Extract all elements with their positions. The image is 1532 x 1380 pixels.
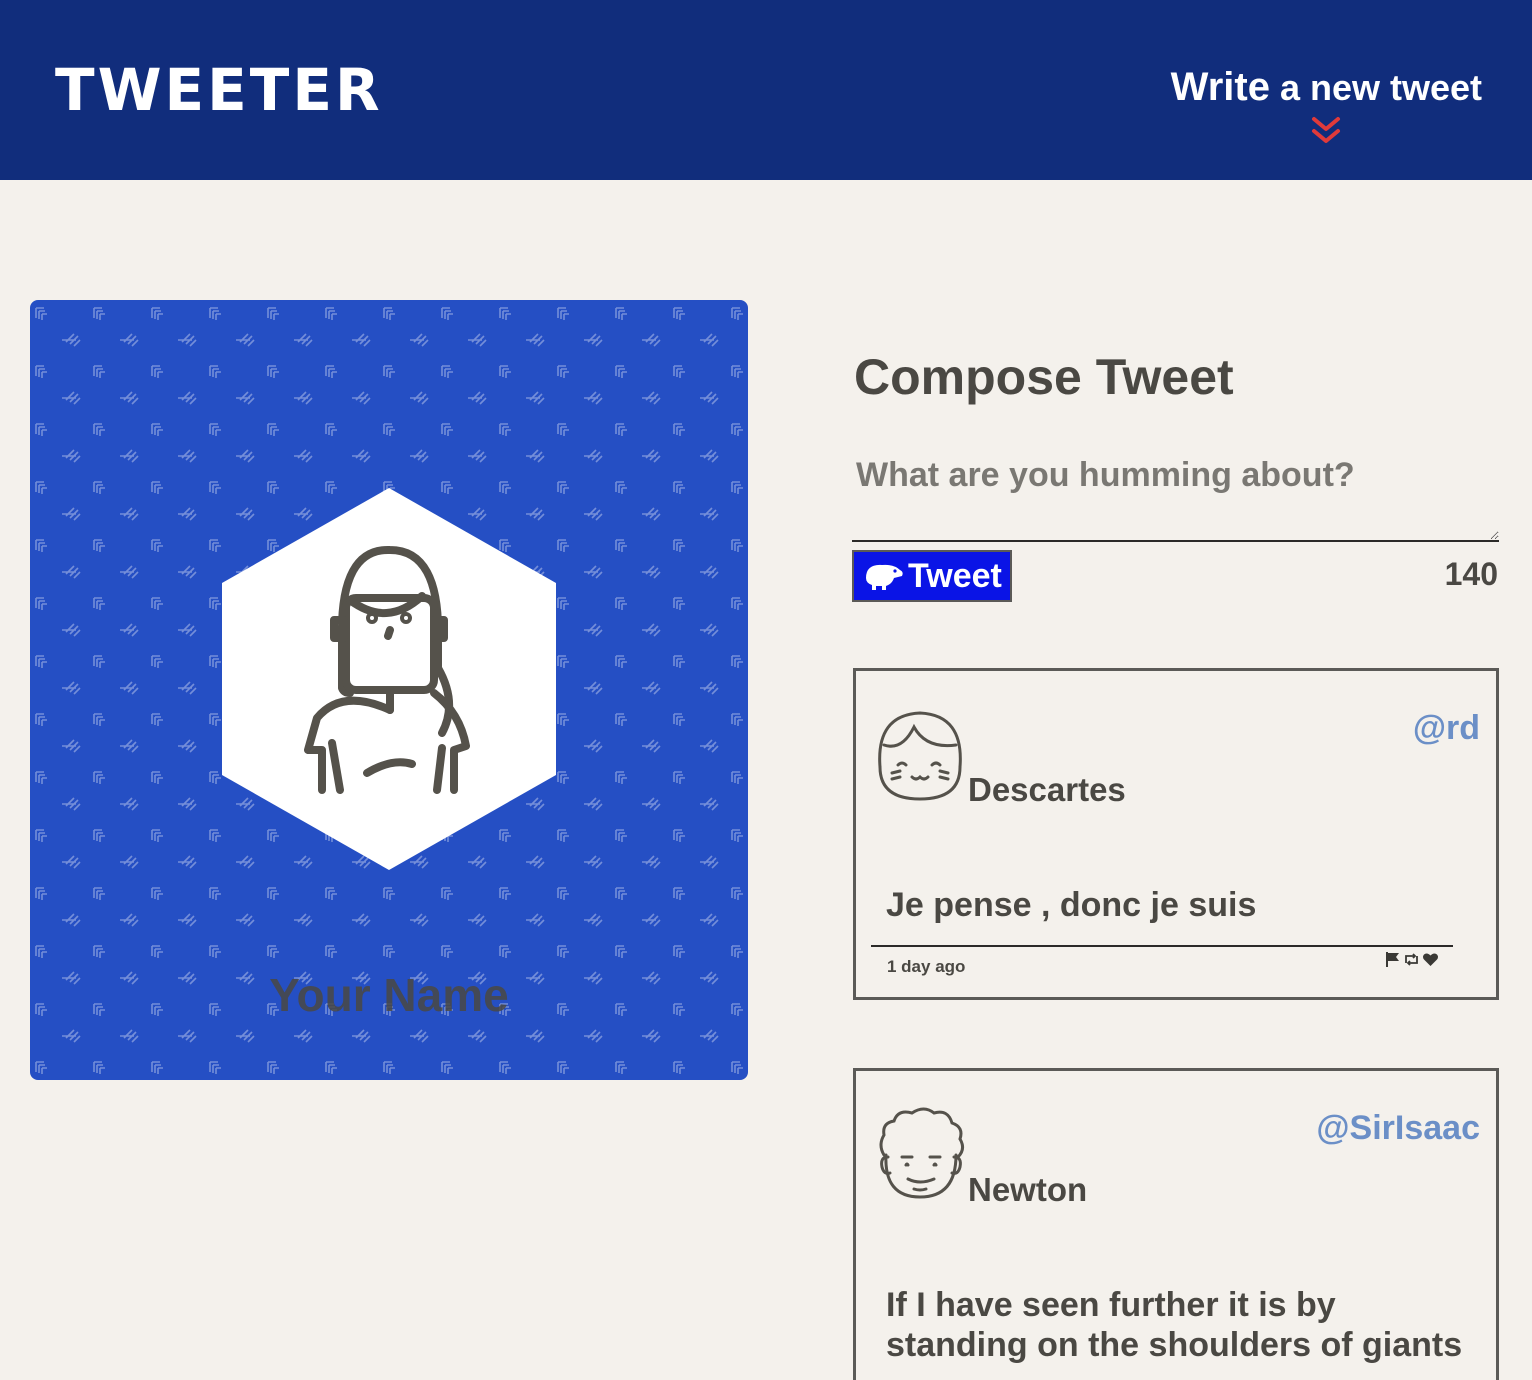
tweet-textarea[interactable] [852,446,1499,542]
tweet-author-handle: @SirIsaac [1316,1109,1480,1147]
tweet-footer: 1 day ago [871,945,1453,976]
tweet-text: If I have seen further it is by standing… [886,1286,1463,1364]
tweet-author-name: Descartes [968,771,1126,808]
profile-name: Your Name [269,969,509,1021]
profile-card: Your Name [30,300,748,1080]
tweet-card: Newton @SirIsaac If I have seen further … [853,1068,1499,1380]
tweet-text: Je pense , donc je suis [886,886,1257,924]
write-new-tweet-label: Write a new tweet [1170,65,1482,109]
girl-avatar-icon [878,711,962,801]
compose-title: Compose Tweet [854,349,1234,405]
tweet-button-label: Tweet [908,556,1002,595]
flag-icon[interactable] [1384,951,1401,968]
tweet-submit-button[interactable]: Tweet [852,550,1012,602]
tweet-actions [1384,951,1439,968]
heart-icon[interactable] [1422,951,1439,968]
brand-logo: TWEETER [55,56,383,124]
bird-icon [866,564,903,590]
tweet-card: Descartes @rd Je pense , donc je suis 1 … [853,668,1499,1000]
write-new-tweet-link[interactable]: Write a new tweet [1171,64,1482,147]
tweet-author-name: Newton [968,1171,1088,1208]
chevron-double-down-icon[interactable] [1310,115,1342,147]
tweet-timestamp: 1 day ago [887,957,966,976]
character-counter: 140 [1444,556,1498,592]
top-nav: TWEETER Write a new tweet [0,0,1532,180]
boy-avatar-icon [879,1107,965,1199]
tweet-author-handle: @rd [1412,709,1480,747]
avatar-hexagon [222,488,556,870]
retweet-icon[interactable] [1403,951,1420,968]
